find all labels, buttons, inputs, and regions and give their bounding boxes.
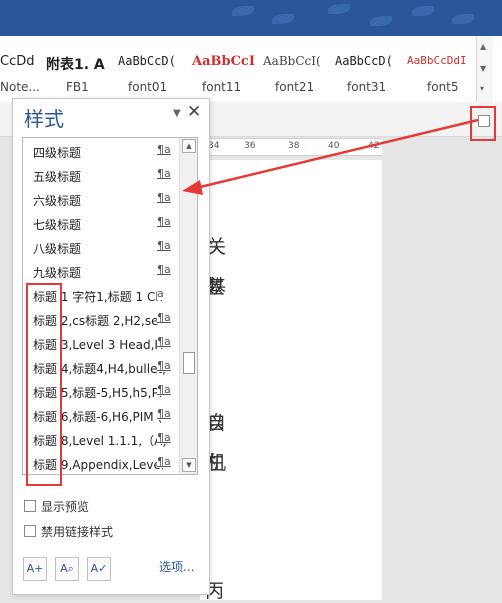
annotation-arrow [182,118,479,195]
